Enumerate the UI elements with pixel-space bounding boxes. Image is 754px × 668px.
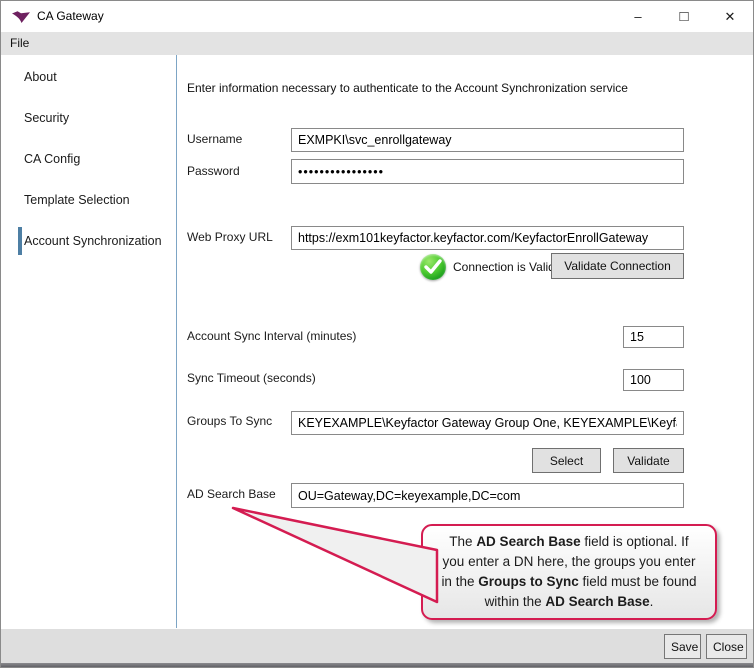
validate-connection-button[interactable]: Validate Connection <box>551 253 684 279</box>
sync-timeout-input[interactable] <box>623 369 684 391</box>
sync-timeout-label: Sync Timeout (seconds) <box>187 371 316 385</box>
save-button[interactable]: Save <box>664 634 701 659</box>
password-input[interactable] <box>291 159 684 184</box>
username-label: Username <box>187 132 242 146</box>
annotation-callout-text: The AD Search Base field is optional. If… <box>428 532 710 612</box>
sidebar-item-label: Template Selection <box>24 193 130 207</box>
app-logo-icon <box>11 10 31 24</box>
title-bar: CA Gateway – □ ✕ <box>1 1 753 32</box>
window-controls: – □ ✕ <box>615 1 753 32</box>
sync-interval-label: Account Sync Interval (minutes) <box>187 329 356 343</box>
select-groups-button[interactable]: Select <box>532 448 601 473</box>
web-proxy-url-input[interactable] <box>291 226 684 250</box>
web-proxy-url-label: Web Proxy URL <box>187 230 273 244</box>
connection-status-text: Connection is Valid <box>453 254 555 280</box>
app-window: CA Gateway – □ ✕ File About Security CA … <box>0 0 754 668</box>
sync-interval-input[interactable] <box>623 326 684 348</box>
window-bottom-edge <box>1 663 753 668</box>
validate-groups-button[interactable]: Validate <box>613 448 684 473</box>
sidebar-item-label: CA Config <box>24 152 80 166</box>
selected-item-accent-bar <box>18 227 22 255</box>
sidebar-item-about[interactable]: About <box>1 61 176 93</box>
window-title: CA Gateway <box>37 1 104 32</box>
sidebar-item-account-synchronization[interactable]: Account Synchronization <box>1 225 176 257</box>
sidebar-item-label: Security <box>24 111 69 125</box>
sidebar-item-template-selection[interactable]: Template Selection <box>1 184 176 216</box>
connection-valid-icon <box>420 254 446 280</box>
sidebar-item-label: About <box>24 70 57 84</box>
close-button[interactable]: ✕ <box>707 1 753 32</box>
sidebar-item-label: Account Synchronization <box>24 234 162 248</box>
instruction-text: Enter information necessary to authentic… <box>187 81 628 95</box>
menu-bar: File <box>1 32 753 55</box>
sidebar-item-security[interactable]: Security <box>1 102 176 134</box>
minimize-button[interactable]: – <box>615 1 661 32</box>
menu-file[interactable]: File <box>1 32 38 55</box>
groups-to-sync-input[interactable] <box>291 411 684 435</box>
maximize-button[interactable]: □ <box>661 1 707 32</box>
groups-to-sync-label: Groups To Sync <box>187 414 272 428</box>
footer-bar <box>1 629 753 663</box>
sidebar-item-ca-config[interactable]: CA Config <box>1 143 176 175</box>
close-button-footer[interactable]: Close <box>706 634 747 659</box>
password-label: Password <box>187 164 240 178</box>
sidebar-divider <box>176 55 177 628</box>
annotation-callout-pointer <box>226 499 441 609</box>
username-input[interactable] <box>291 128 684 152</box>
